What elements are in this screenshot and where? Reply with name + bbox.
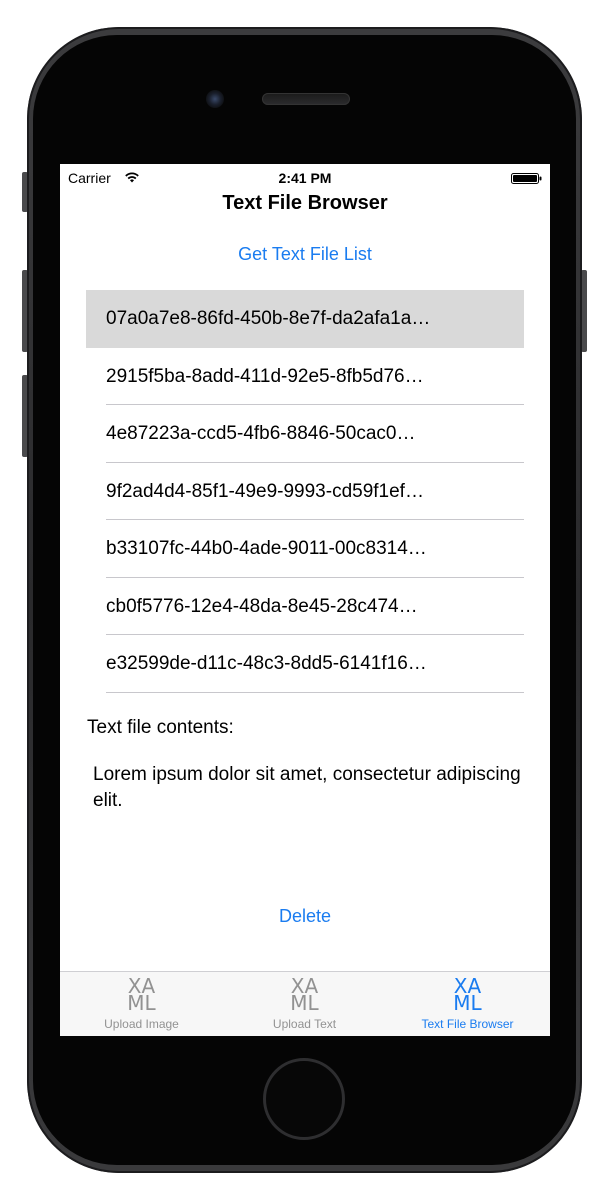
- file-list: 07a0a7e8-86fd-450b-8e7f-da2afa1a… 2915f5b…: [86, 290, 524, 693]
- file-list-item[interactable]: 9f2ad4d4-85f1-49e9-9993-cd59f1ef…: [86, 463, 524, 520]
- file-name: 9f2ad4d4-85f1-49e9-9993-cd59f1ef…: [106, 480, 424, 502]
- earpiece-speaker: [262, 93, 350, 105]
- tab-text-file-browser[interactable]: XA ML Text File Browser: [386, 972, 549, 1036]
- xaml-icon: XA ML: [448, 976, 488, 1015]
- get-text-file-list-button[interactable]: Get Text File List: [60, 244, 550, 265]
- clock-time: 2:41 PM: [278, 170, 332, 186]
- tab-label: Upload Text: [272, 1017, 337, 1031]
- tab-bar: XA ML Upload Image XA ML Upload Text XA ML Text …: [60, 971, 550, 1036]
- page-title: Text File Browser: [222, 192, 388, 214]
- xaml-icon-line-2: ML: [127, 991, 156, 1015]
- device-frame: Carrier 2:41 PM Text File Browser Get Te…: [0, 0, 609, 1200]
- app-screen: Carrier 2:41 PM Text File Browser Get Te…: [60, 164, 550, 1036]
- battery-icon: [511, 173, 542, 184]
- file-name: b33107fc-44b0-4ade-9011-00c8314…: [106, 538, 427, 559]
- xaml-icon-line-2: ML: [290, 991, 319, 1015]
- row-separator: [106, 691, 524, 693]
- front-camera: [206, 90, 224, 108]
- tab-label: Upload Image: [104, 1017, 179, 1031]
- xaml-icon: XA ML: [285, 976, 325, 1015]
- file-name: 07a0a7e8-86fd-450b-8e7f-da2afa1a…: [106, 308, 431, 329]
- file-name: 4e87223a-ccd5-4fb6-8846-50cac0…: [106, 423, 416, 444]
- contents-label: Text file contents:: [87, 717, 234, 738]
- xaml-icon: XA ML: [122, 976, 162, 1015]
- tab-label: Text File Browser: [421, 1017, 514, 1031]
- tab-upload-image[interactable]: XA ML Upload Image: [60, 972, 223, 1036]
- home-button[interactable]: [263, 1058, 345, 1140]
- file-list-item[interactable]: 07a0a7e8-86fd-450b-8e7f-da2afa1a…: [86, 290, 524, 348]
- file-list-item[interactable]: b33107fc-44b0-4ade-9011-00c8314…: [86, 520, 524, 578]
- file-list-item[interactable]: 4e87223a-ccd5-4fb6-8846-50cac0…: [86, 405, 524, 463]
- file-list-item[interactable]: cb0f5776-12e4-48da-8e45-28c474…: [86, 578, 524, 635]
- xaml-icon-line-2: ML: [453, 991, 482, 1015]
- file-list-item[interactable]: 2915f5ba-8add-411d-92e5-8fb5d76…: [86, 348, 524, 405]
- file-name: cb0f5776-12e4-48da-8e45-28c474…: [106, 595, 418, 617]
- tab-upload-text[interactable]: XA ML Upload Text: [223, 972, 386, 1036]
- delete-button[interactable]: Delete: [60, 906, 550, 927]
- file-name: 2915f5ba-8add-411d-92e5-8fb5d76…: [106, 365, 424, 387]
- status-bar: Carrier 2:41 PM: [60, 164, 550, 192]
- file-list-item[interactable]: e32599de-d11c-48c3-8dd5-6141f16…: [86, 635, 524, 693]
- file-name: e32599de-d11c-48c3-8dd5-6141f16…: [106, 653, 427, 674]
- file-contents-text: Lorem ipsum dolor sit amet, consectetur …: [93, 764, 521, 811]
